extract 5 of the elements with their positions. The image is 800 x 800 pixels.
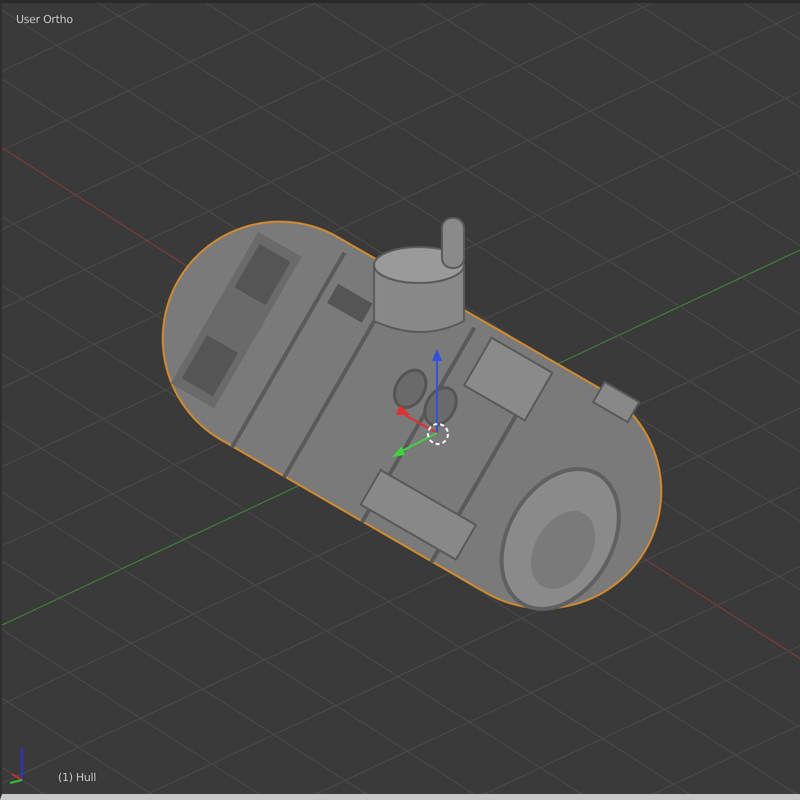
transform-gizmo-icon[interactable]	[392, 349, 449, 457]
view-mode-label: User Ortho	[16, 13, 73, 26]
active-object-label: (1) Hull	[58, 771, 96, 784]
submarine-model-drawing[interactable]	[162, 217, 662, 611]
3d-viewport[interactable]: User Ortho (1) Hull	[0, 0, 800, 800]
